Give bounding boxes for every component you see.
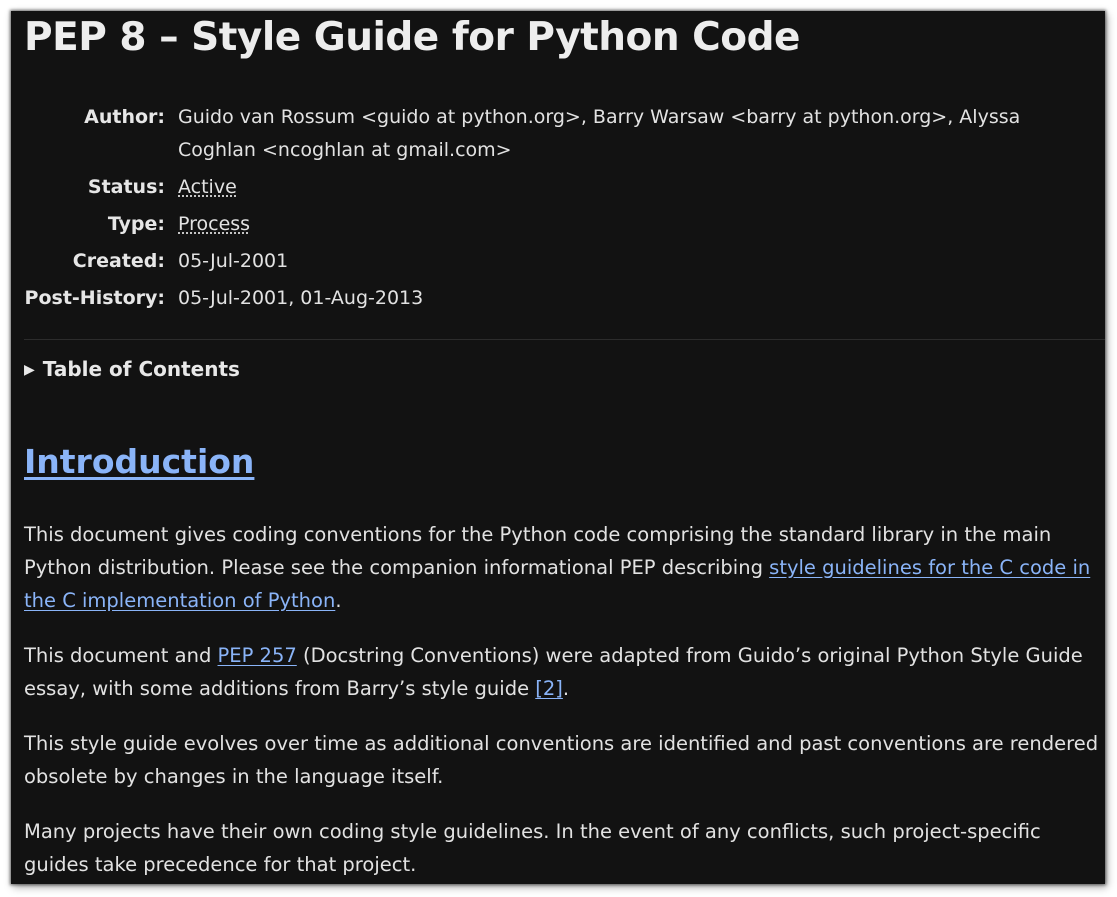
status-label: Status:	[87, 176, 165, 198]
browser-content-frame: PEP 8 – Style Guide for Python Code Auth…	[11, 11, 1105, 884]
type-value-wrapper: Process	[178, 208, 1084, 241]
post-history-value: 05-Jul-2001, 01-Aug-2013	[178, 287, 424, 309]
introduction-heading: Introduction	[24, 439, 254, 485]
created-value: 05-Jul-2001	[178, 250, 289, 272]
pep-metadata-table: Author: Guido van Rossum <guido at pytho…	[24, 101, 1084, 319]
reference-2-link[interactable]: [2]	[535, 677, 563, 700]
metadata-row-post-history: Post-History: 05-Jul-2001, 01-Aug-2013	[24, 282, 1084, 315]
created-label: Created:	[72, 250, 165, 272]
post-history-label: Post-History:	[24, 287, 165, 309]
disclosure-triangle-icon: ▶	[24, 362, 35, 378]
introduction-heading-link[interactable]: Introduction	[24, 442, 254, 481]
type-label: Type:	[107, 213, 165, 235]
table-of-contents-toggle[interactable]: ▶ Table of Contents	[24, 354, 240, 385]
introduction-paragraph-4: Many projects have their own coding styl…	[24, 820, 1041, 876]
table-of-contents-label: Table of Contents	[42, 357, 240, 381]
author-value: Guido van Rossum <guido at python.org>, …	[178, 106, 1021, 161]
metadata-row-status: Status: Active	[24, 171, 1084, 204]
author-label: Author:	[84, 106, 165, 128]
metadata-row-type: Type: Process	[24, 208, 1084, 241]
status-value[interactable]: Active	[178, 176, 237, 198]
paragraph-text: This document and	[24, 644, 218, 667]
metadata-row-author: Author: Guido van Rossum <guido at pytho…	[24, 101, 1084, 167]
type-value[interactable]: Process	[178, 213, 250, 235]
paragraph-text: .	[562, 677, 570, 700]
metadata-row-created: Created: 05-Jul-2001	[24, 245, 1084, 278]
status-value-wrapper: Active	[178, 171, 1084, 204]
introduction-body: This document gives coding conventions f…	[24, 518, 1099, 884]
introduction-paragraph-3: This style guide evolves over time as ad…	[24, 732, 1099, 788]
introduction-paragraph-1: This document gives coding conventions f…	[24, 518, 1099, 617]
metadata-divider	[24, 339, 1105, 340]
paragraph-text: .	[335, 589, 342, 612]
introduction-paragraph-2: This document and PEP 257 (Docstring Con…	[24, 639, 1099, 705]
pep-257-link[interactable]: PEP 257	[218, 644, 297, 667]
page-title: PEP 8 – Style Guide for Python Code	[24, 15, 800, 60]
